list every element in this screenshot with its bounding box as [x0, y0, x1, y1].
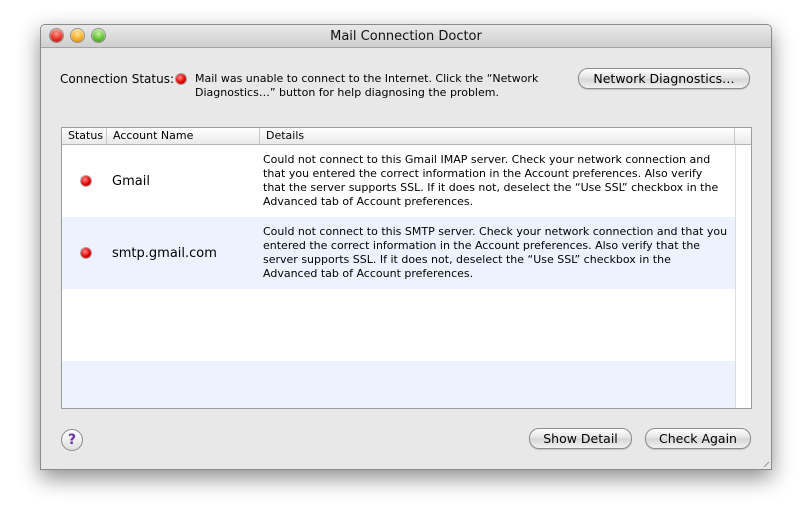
column-header-status[interactable]: Status — [62, 128, 107, 144]
show-detail-button[interactable]: Show Detail — [529, 428, 632, 449]
account-name: smtp.gmail.com — [112, 246, 217, 261]
empty-table-row — [62, 361, 735, 408]
mail-connection-doctor-window: Mail Connection Doctor Connection Status… — [40, 24, 772, 470]
network-diagnostics-button[interactable]: Network Diagnostics… — [578, 68, 750, 89]
table-header: Status Account Name Details — [62, 128, 751, 145]
account-details: Could not connect to this Gmail IMAP ser… — [263, 153, 719, 208]
help-button[interactable]: ? — [61, 429, 83, 451]
status-red-icon — [81, 176, 91, 186]
resize-grip-icon[interactable] — [759, 457, 769, 467]
column-header-details[interactable]: Details — [260, 128, 735, 144]
vertical-scrollbar[interactable] — [735, 145, 751, 408]
connection-status-indicator-icon — [176, 74, 186, 84]
title-bar[interactable]: Mail Connection Doctor — [41, 25, 771, 48]
table-row[interactable]: Gmail Could not connect to this Gmail IM… — [62, 145, 735, 217]
column-header-account-name[interactable]: Account Name — [107, 128, 260, 144]
table-row[interactable]: smtp.gmail.com Could not connect to this… — [62, 217, 735, 289]
connection-status-label: Connection Status: — [60, 72, 174, 86]
status-red-icon — [81, 248, 91, 258]
account-details: Could not connect to this SMTP server. C… — [263, 225, 728, 280]
window-title: Mail Connection Doctor — [330, 29, 482, 44]
empty-table-row — [62, 289, 735, 361]
account-name: Gmail — [112, 174, 150, 189]
connection-status-message: Mail was unable to connect to the Intern… — [195, 72, 539, 99]
accounts-table: Status Account Name Details Gmail Could … — [61, 127, 752, 409]
check-again-button[interactable]: Check Again — [645, 428, 751, 449]
